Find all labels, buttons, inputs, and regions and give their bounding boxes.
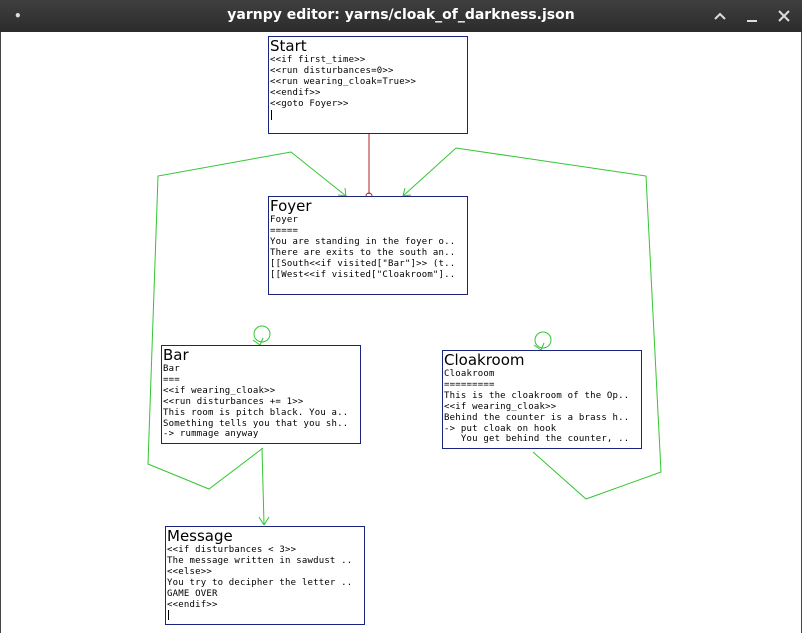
node-body[interactable]: Bar === <<if wearing_cloak>> <<run distu…	[162, 364, 360, 440]
text-cursor	[271, 109, 272, 120]
minimize-button[interactable]	[742, 6, 762, 26]
window-title: yarnpy editor: yarns/cloak_of_darkness.j…	[227, 7, 575, 23]
node-title: Start	[270, 37, 307, 55]
node-title: Foyer	[270, 197, 312, 215]
node-title: Cloakroom	[444, 351, 525, 369]
window-titlebar: • yarnpy editor: yarns/cloak_of_darkness…	[0, 0, 802, 32]
node-body[interactable]: Foyer ===== You are standing in the foye…	[269, 215, 467, 280]
minimize-icon[interactable]	[710, 6, 730, 26]
node-title: Bar	[163, 346, 189, 364]
node-body[interactable]: Cloakroom ========= This is the cloakroo…	[443, 369, 641, 445]
editor-canvas[interactable]: Start <<if first_time>> <<run disturbanc…	[0, 32, 802, 633]
node-body[interactable]: <<if disturbances < 3>> The message writ…	[166, 545, 364, 624]
node-start[interactable]: Start <<if first_time>> <<run disturbanc…	[268, 36, 468, 134]
node-foyer[interactable]: Foyer Foyer ===== You are standing in th…	[268, 196, 468, 295]
link-bar-message	[261, 447, 265, 525]
node-bar[interactable]: Bar Bar === <<if wearing_cloak>> <<run d…	[161, 345, 361, 444]
node-title: Message	[167, 527, 233, 545]
text-cursor	[168, 610, 169, 621]
node-body[interactable]: <<if first_time>> <<run disturbances=0>>…	[269, 55, 467, 123]
node-message[interactable]: Message <<if disturbances < 3>> The mess…	[165, 526, 365, 625]
node-cloakroom[interactable]: Cloakroom Cloakroom ========= This is th…	[442, 350, 642, 449]
close-button[interactable]	[774, 6, 794, 26]
